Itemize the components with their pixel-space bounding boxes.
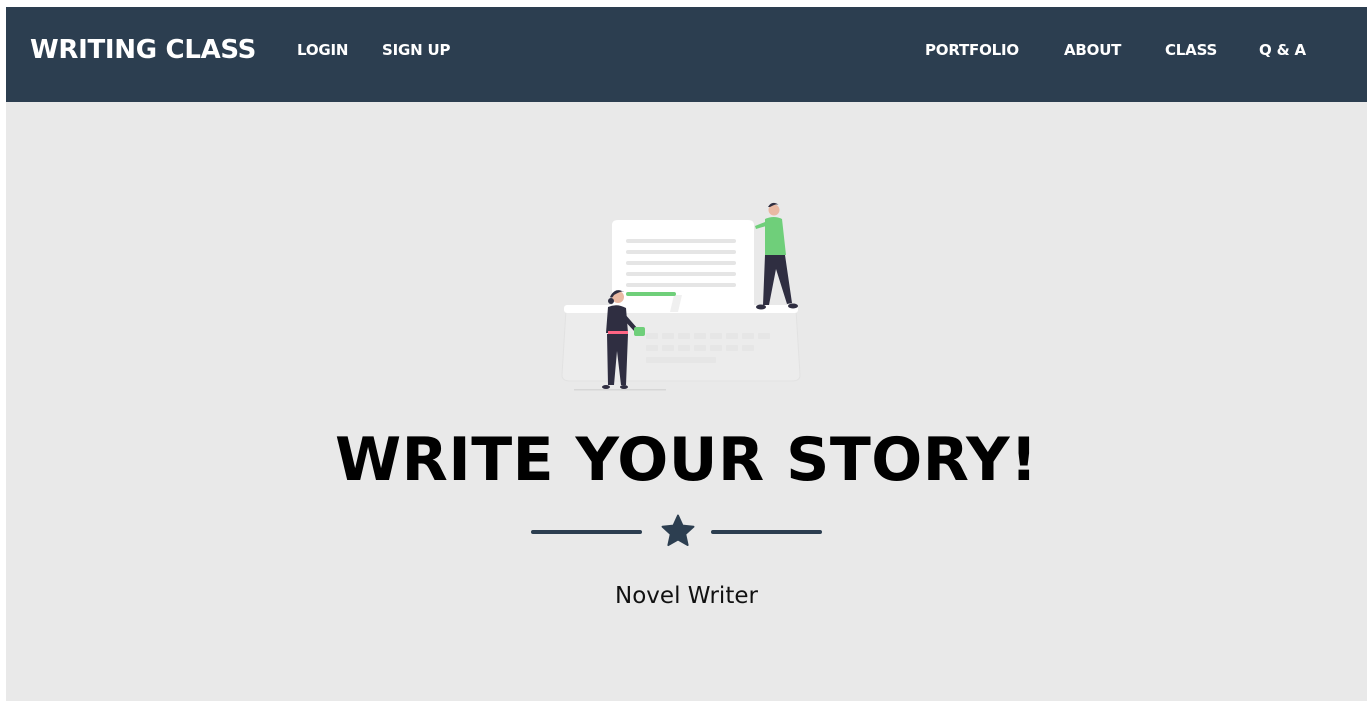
hero-headline: WRITE YOUR STORY!: [334, 425, 1038, 495]
headline-divider: [531, 510, 826, 550]
nav-qa-link[interactable]: Q & A: [1259, 40, 1306, 60]
nav-signup-link[interactable]: SIGN UP: [382, 40, 450, 60]
page-frame: WRITING CLASS LOGIN SIGN UP PORTFOLIO AB…: [6, 7, 1367, 701]
nav-login-link[interactable]: LOGIN: [297, 40, 348, 60]
hero-subtitle: Novel Writer: [615, 583, 758, 609]
brand-logo[interactable]: WRITING CLASS: [30, 35, 256, 65]
nav-about-link[interactable]: ABOUT: [1064, 40, 1121, 60]
navbar: WRITING CLASS LOGIN SIGN UP PORTFOLIO AB…: [6, 7, 1367, 102]
nav-portfolio-link[interactable]: PORTFOLIO: [925, 40, 1019, 60]
writing-illustration-icon: [561, 202, 801, 391]
divider-line-right: [711, 530, 822, 534]
divider-line-left: [531, 530, 642, 534]
nav-class-link[interactable]: CLASS: [1165, 40, 1217, 60]
star-icon: [661, 514, 695, 547]
